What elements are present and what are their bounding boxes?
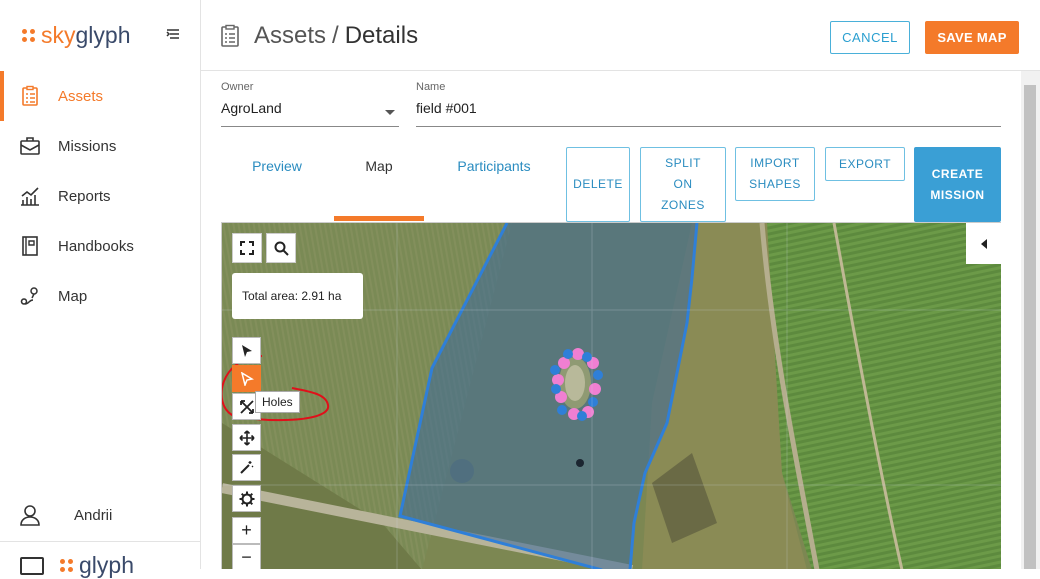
sidebar-item-label: Map bbox=[58, 287, 88, 305]
page-header: Assets / Details CANCEL SAVE MAP bbox=[201, 0, 1040, 71]
name-value: field #001 bbox=[416, 100, 477, 116]
clipboard-icon bbox=[219, 24, 241, 53]
sidebar-item-reports[interactable]: Reports bbox=[0, 171, 200, 221]
holes-tool-button[interactable] bbox=[232, 365, 261, 392]
tab-participants[interactable]: Participants bbox=[446, 147, 542, 223]
expand-icon bbox=[239, 399, 254, 414]
logo-dots-icon bbox=[22, 28, 35, 42]
import-label-line-2: SHAPES bbox=[749, 177, 801, 191]
logo-text-prefix: sky bbox=[41, 21, 76, 48]
create-label-line-2: MISSION bbox=[930, 187, 985, 202]
split-on-zones-button[interactable]: SPLIT ON ZONES bbox=[640, 147, 726, 222]
split-label-line-1: SPLIT bbox=[665, 156, 701, 170]
total-area-panel: Total area: 2.91 ha bbox=[232, 273, 363, 319]
name-label: Name bbox=[416, 81, 446, 93]
holes-arrow-icon bbox=[240, 371, 254, 386]
owner-label: Owner bbox=[221, 81, 254, 93]
split-button-label: SPLIT ON ZONES bbox=[661, 153, 705, 216]
footer-logo-text: glyph bbox=[79, 552, 134, 578]
magic-wand-tool-button[interactable] bbox=[232, 454, 261, 481]
sidebar-item-label: Reports bbox=[58, 187, 111, 205]
owner-value: AgroLand bbox=[221, 100, 282, 116]
split-label-line-3: ZONES bbox=[661, 198, 705, 212]
sidebar-nav: Assets Missions Reports Handbooks Map bbox=[0, 71, 200, 321]
fullscreen-icon bbox=[240, 241, 254, 255]
create-mission-button[interactable]: CREATE MISSION bbox=[914, 147, 1001, 222]
chevron-down-icon bbox=[385, 110, 395, 115]
scrollbar-thumb[interactable] bbox=[1024, 85, 1036, 569]
briefcase-icon bbox=[18, 134, 42, 158]
map-canvas[interactable]: Total area: 2.91 ha Holes + − bbox=[221, 222, 1001, 569]
magic-wand-icon bbox=[240, 461, 254, 474]
import-label-line-1: IMPORT bbox=[750, 156, 800, 170]
holes-tooltip: Holes bbox=[255, 391, 300, 413]
chart-icon bbox=[18, 184, 42, 208]
monitor-icon bbox=[20, 556, 44, 575]
breadcrumb-parent[interactable]: Assets bbox=[254, 22, 326, 49]
sidebar-item-map[interactable]: Map bbox=[0, 271, 200, 321]
delete-button[interactable]: DELETE bbox=[566, 147, 630, 222]
breadcrumb-separator: / bbox=[332, 22, 339, 49]
import-button-label: IMPORT SHAPES bbox=[749, 153, 801, 195]
footer-logo: glyph bbox=[20, 552, 134, 579]
export-button-label: EXPORT bbox=[838, 156, 892, 171]
sidebar: sky glyph Assets Missions Reports Handbo… bbox=[0, 0, 201, 578]
breadcrumb: Assets / Details bbox=[254, 22, 418, 50]
settings-tool-button[interactable] bbox=[232, 485, 261, 512]
main-content: Owner AgroLand Name field #001 Preview M… bbox=[201, 71, 1021, 569]
collapse-panel-button[interactable] bbox=[966, 223, 1001, 264]
zoom-out-button[interactable]: − bbox=[232, 544, 261, 569]
owner-underline bbox=[221, 126, 399, 127]
save-map-button[interactable]: SAVE MAP bbox=[925, 21, 1019, 54]
logo-dots-icon bbox=[60, 559, 73, 572]
cancel-button[interactable]: CANCEL bbox=[830, 21, 910, 54]
book-icon bbox=[18, 234, 42, 258]
fullscreen-button[interactable] bbox=[232, 233, 262, 263]
user-menu[interactable]: Andrii bbox=[18, 503, 112, 527]
total-area-text: Total area: 2.91 ha bbox=[242, 289, 342, 303]
map-pin-icon bbox=[18, 284, 42, 308]
split-label-line-2: ON bbox=[673, 177, 693, 191]
name-underline bbox=[416, 126, 1001, 127]
sidebar-item-label: Assets bbox=[58, 87, 104, 105]
logo-text-suffix: glyph bbox=[75, 21, 131, 48]
select-arrow-icon bbox=[241, 344, 252, 357]
sidebar-divider bbox=[0, 541, 200, 542]
page-scrollbar[interactable] bbox=[1021, 71, 1040, 569]
sidebar-item-label: Missions bbox=[58, 137, 117, 155]
search-icon bbox=[274, 241, 289, 256]
move-icon bbox=[238, 429, 255, 446]
zoom-in-button[interactable]: + bbox=[232, 517, 261, 544]
tab-map[interactable]: Map bbox=[334, 147, 424, 223]
export-button[interactable]: EXPORT bbox=[825, 147, 905, 181]
create-mission-label: CREATE MISSION bbox=[930, 164, 984, 206]
sidebar-item-assets[interactable]: Assets bbox=[0, 71, 200, 121]
select-tool-button[interactable] bbox=[232, 337, 261, 364]
sidebar-item-handbooks[interactable]: Handbooks bbox=[0, 221, 200, 271]
tab-preview[interactable]: Preview bbox=[229, 147, 325, 223]
owner-select[interactable]: Owner AgroLand bbox=[221, 81, 399, 127]
caret-left-icon bbox=[981, 238, 987, 249]
breadcrumb-current: Details bbox=[344, 22, 419, 49]
create-label-line-1: CREATE bbox=[931, 166, 984, 181]
gear-icon bbox=[239, 491, 254, 506]
app-logo[interactable]: sky glyph bbox=[22, 20, 130, 50]
sidebar-item-label: Handbooks bbox=[58, 237, 134, 255]
map-search-button[interactable] bbox=[266, 233, 296, 263]
clipboard-icon bbox=[18, 84, 42, 108]
user-icon bbox=[18, 503, 42, 527]
user-name: Andrii bbox=[74, 506, 113, 524]
move-tool-button[interactable] bbox=[232, 424, 261, 451]
import-shapes-button[interactable]: IMPORT SHAPES bbox=[735, 147, 815, 201]
delete-button-label: DELETE bbox=[573, 177, 623, 191]
collapse-sidebar-icon[interactable] bbox=[164, 26, 182, 44]
sidebar-item-missions[interactable]: Missions bbox=[0, 121, 200, 171]
name-field[interactable]: Name field #001 bbox=[416, 81, 1001, 127]
